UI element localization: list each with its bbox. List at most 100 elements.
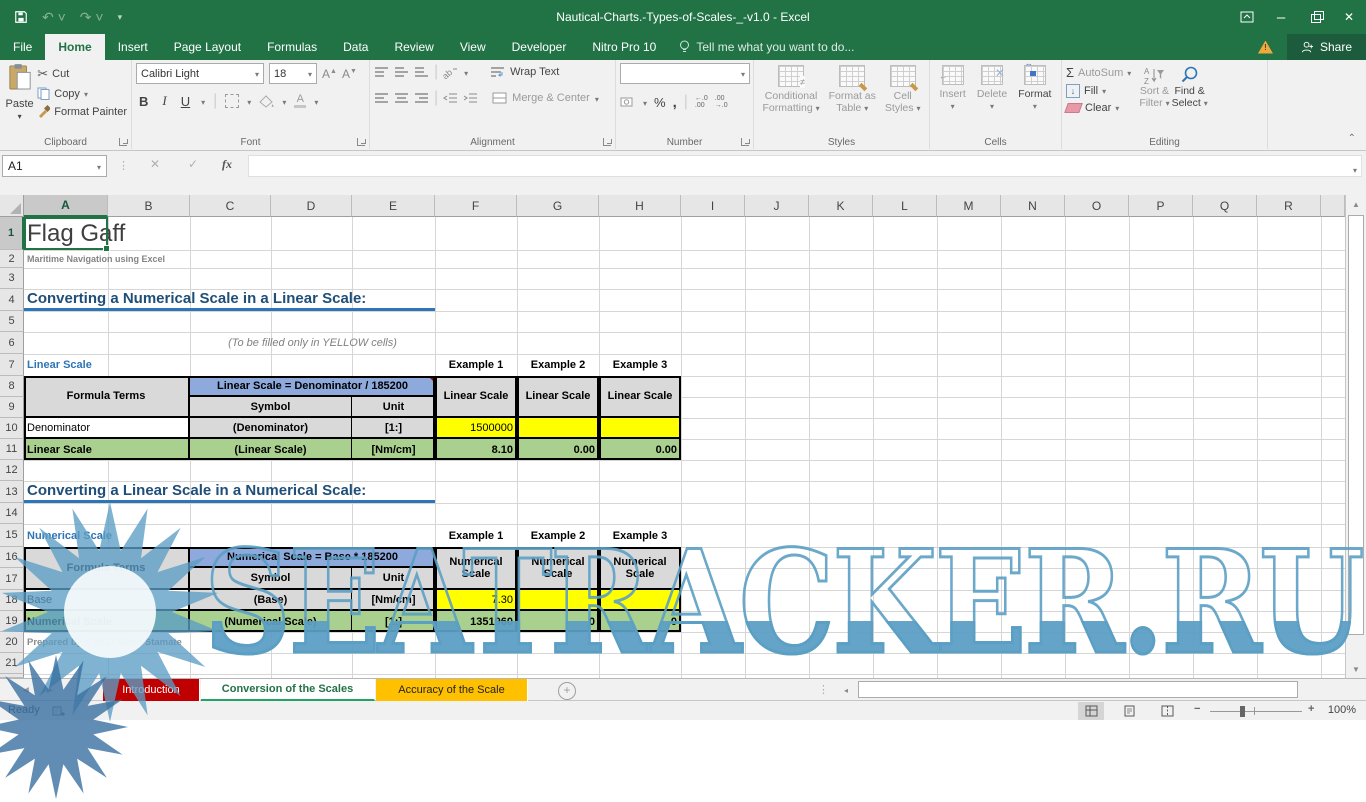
font-dialog-launcher-icon[interactable]: [357, 138, 365, 146]
cell-t2-col-header-3[interactable]: Numerical Scale: [599, 547, 681, 590]
sort-filter-button[interactable]: AZ Sort & Filter: [1139, 63, 1169, 133]
clipboard-dialog-launcher-icon[interactable]: [119, 138, 127, 146]
column-header-L[interactable]: L: [873, 195, 937, 217]
column-header-C[interactable]: C: [190, 195, 271, 217]
tab-insert[interactable]: Insert: [105, 34, 161, 60]
find-select-button[interactable]: Find & Select: [1172, 63, 1208, 133]
merge-center-icon[interactable]: [492, 92, 507, 104]
font-family-select[interactable]: Calibri Light: [136, 63, 264, 84]
column-header-G[interactable]: G: [517, 195, 599, 217]
cell-denominator[interactable]: Denominator: [24, 418, 190, 439]
cell-numerical-scale-row[interactable]: Numerical Scale: [24, 611, 190, 632]
comma-style-button[interactable]: ,: [673, 94, 677, 111]
row-header-2[interactable]: 2: [0, 250, 24, 268]
cell-t2-result-2[interactable]: 0: [517, 611, 599, 632]
row-header-4[interactable]: 4: [0, 289, 24, 311]
font-size-select[interactable]: 18: [269, 63, 317, 84]
cell-example-2b[interactable]: Example 2: [517, 524, 599, 547]
cell-symbol-header-2[interactable]: Symbol: [190, 568, 352, 590]
row-header-6[interactable]: 6: [0, 332, 24, 354]
cell-a1-flag-gaff[interactable]: Flag Gaff: [24, 217, 190, 250]
cell-linear-scale-label[interactable]: Linear Scale: [24, 354, 190, 376]
bold-button[interactable]: B: [136, 94, 151, 109]
cell-yellow-note[interactable]: (To be filled only in YELLOW cells): [190, 332, 435, 354]
row-header-5[interactable]: 5: [0, 311, 24, 332]
row-header-8[interactable]: 8: [0, 376, 24, 397]
row-header-15[interactable]: 15: [0, 524, 24, 547]
cell-numerical-scale-label[interactable]: Numerical Scale: [24, 524, 190, 547]
row-header-13[interactable]: 13: [0, 481, 24, 503]
row-header-7[interactable]: 7: [0, 354, 24, 376]
cell-t2-result-3[interactable]: 0: [599, 611, 681, 632]
horizontal-scroll-thumb[interactable]: [858, 681, 1298, 698]
cell-formula-2[interactable]: Numerical Scale = Base * 185200: [190, 547, 435, 568]
format-as-table-button[interactable]: Format as Table: [829, 63, 876, 133]
tab-home[interactable]: Home: [45, 34, 104, 60]
italic-button[interactable]: I: [159, 93, 169, 109]
customize-qat-icon[interactable]: ▾: [118, 12, 123, 23]
horizontal-scrollbar[interactable]: ◂ ▸: [838, 681, 1358, 699]
formula-expand-icon[interactable]: [1353, 160, 1357, 178]
cell-numerical-scale-unit[interactable]: [1:]: [352, 611, 435, 632]
vertical-scroll-thumb[interactable]: [1348, 215, 1364, 635]
row-header-11[interactable]: 11: [0, 439, 24, 460]
align-top-icon[interactable]: [374, 66, 389, 78]
row-header-10[interactable]: 10: [0, 418, 24, 439]
cell-example-3b[interactable]: Example 3: [599, 524, 681, 547]
cell-example-2[interactable]: Example 2: [517, 354, 599, 376]
delete-cells-button[interactable]: ✕ Delete: [977, 63, 1007, 133]
column-header-F[interactable]: F: [435, 195, 517, 217]
column-header-M[interactable]: M: [937, 195, 1001, 217]
name-box[interactable]: A1: [2, 155, 107, 177]
zoom-slider[interactable]: [1210, 711, 1302, 712]
tab-view[interactable]: View: [447, 34, 499, 60]
cell-t2-col-header-1[interactable]: Numerical Scale: [435, 547, 517, 590]
row-header-3[interactable]: 3: [0, 268, 24, 289]
scroll-down-icon[interactable]: ▼: [1346, 660, 1366, 678]
align-bottom-icon[interactable]: [414, 66, 429, 78]
column-header-B[interactable]: B: [108, 195, 190, 217]
decrease-indent-icon[interactable]: [443, 92, 458, 104]
scroll-up-icon[interactable]: ▲: [1346, 195, 1366, 213]
cell-denominator-unit[interactable]: [1:]: [352, 418, 435, 439]
tab-file[interactable]: File: [0, 34, 45, 60]
row-header-17[interactable]: 17: [0, 568, 24, 590]
borders-icon[interactable]: [225, 94, 239, 108]
formula-input[interactable]: [248, 155, 1362, 177]
decrease-font-icon[interactable]: A▼: [342, 67, 357, 81]
cell-t2-col-header-2[interactable]: Numerical Scale: [517, 547, 599, 590]
cell-symbol-header-1[interactable]: Symbol: [190, 397, 352, 418]
format-painter-button[interactable]: Format Painter: [37, 105, 127, 118]
minimize-button[interactable]: [1264, 0, 1298, 34]
number-format-select[interactable]: [620, 63, 750, 84]
cell-t2-input-1[interactable]: 7.30: [435, 590, 517, 611]
zoom-level[interactable]: 100%: [1328, 704, 1356, 716]
zoom-slider-thumb[interactable]: [1240, 706, 1245, 717]
redo-icon[interactable]: ↷ ˅: [80, 9, 104, 26]
cell-prepared-by[interactable]: Prepared by © 2017 Sorin Stamate: [24, 632, 352, 653]
cell-t1-col-header-1[interactable]: Linear Scale: [435, 376, 517, 418]
cell-linear-scale-row[interactable]: Linear Scale: [24, 439, 190, 460]
align-center-icon[interactable]: [394, 92, 409, 104]
cell-unit-header-1[interactable]: Unit: [352, 397, 435, 418]
normal-view-icon[interactable]: [1078, 702, 1104, 720]
cell-t1-input-2[interactable]: [517, 418, 599, 439]
cell-subtitle[interactable]: Maritime Navigation using Excel: [24, 250, 352, 268]
cell-base-symbol[interactable]: (Base): [190, 590, 352, 611]
tell-me-box[interactable]: Tell me what you want to do...: [679, 34, 854, 60]
cell-t1-result-3[interactable]: 0.00: [599, 439, 681, 460]
formula-bar-splitter[interactable]: ⋮: [118, 159, 129, 172]
autosum-button[interactable]: AutoSum: [1066, 65, 1131, 80]
row-header-21[interactable]: 21: [0, 653, 24, 674]
cell-t2-input-3[interactable]: [599, 590, 681, 611]
enter-icon[interactable]: ✓: [188, 157, 198, 171]
fill-color-icon[interactable]: [259, 95, 274, 108]
percent-style-button[interactable]: %: [654, 95, 666, 110]
cell-t1-result-1[interactable]: 8.10: [435, 439, 517, 460]
column-header-D[interactable]: D: [271, 195, 352, 217]
cell-linear-scale-symbol[interactable]: (Linear Scale): [190, 439, 352, 460]
accounting-format-icon[interactable]: [620, 96, 636, 108]
column-header-I[interactable]: I: [681, 195, 745, 217]
row-header-20[interactable]: 20: [0, 632, 24, 653]
cell-example-1[interactable]: Example 1: [435, 354, 517, 376]
